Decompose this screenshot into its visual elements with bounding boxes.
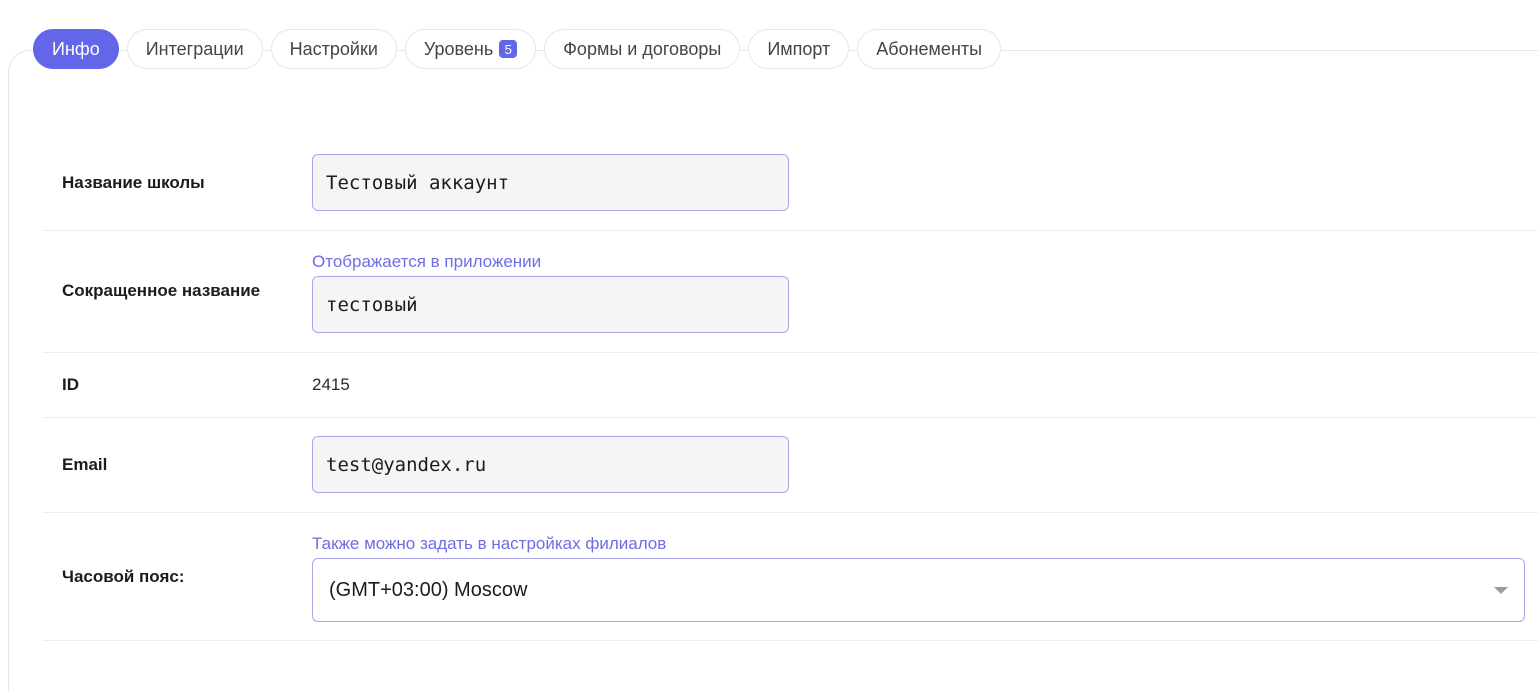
tab-label: Инфо [52, 38, 100, 59]
tab-level[interactable]: Уровень 5 [404, 29, 537, 69]
email-row: Email test@yandex.ru [43, 417, 1538, 513]
id-value: 2415 [312, 375, 350, 394]
timezone-value: (GMT+03:00) Moscow [329, 578, 528, 601]
email-input[interactable]: test@yandex.ru [312, 436, 789, 493]
id-row: ID 2415 [43, 352, 1538, 418]
chevron-down-icon [1494, 586, 1508, 594]
short-name-input[interactable]: тестовый [312, 276, 789, 333]
tab-settings[interactable]: Настройки [270, 29, 397, 69]
tab-label: Настройки [289, 38, 378, 59]
timezone-hint: Также можно задать в настройках филиалов [312, 534, 667, 553]
short-name-row: Отображается в приложении Сокращенное на… [43, 230, 1538, 353]
tab-import[interactable]: Импорт [748, 29, 850, 69]
tab-integrations[interactable]: Интеграции [126, 29, 263, 69]
tab-forms-contracts[interactable]: Формы и договоры [544, 29, 741, 69]
tab-label: Формы и договоры [563, 38, 722, 59]
timezone-label: Часовой пояс: [62, 567, 185, 586]
short-name-hint: Отображается в приложении [312, 252, 542, 271]
tab-label: Уровень [423, 38, 494, 59]
short-name-label: Сокращенное название [62, 281, 261, 300]
school-name-row: Название школы Тестовый аккаунт [43, 135, 1538, 231]
tab-bar: Инфо Интеграции Настройки Уровень 5 Формы… [33, 29, 1002, 69]
timezone-row: Также можно задать в настройках филиалов… [43, 512, 1538, 641]
email-label: Email [62, 455, 108, 474]
level-badge: 5 [499, 40, 518, 58]
tab-subscriptions[interactable]: Абонементы [857, 29, 1002, 69]
school-name-label: Название школы [62, 173, 205, 192]
id-label: ID [62, 375, 79, 394]
tab-label: Интеграции [145, 38, 244, 59]
timezone-select[interactable]: (GMT+03:00) Moscow [312, 558, 1525, 622]
tab-info[interactable]: Инфо [33, 29, 119, 69]
tab-label: Импорт [767, 38, 831, 59]
tab-label: Абонементы [876, 38, 983, 59]
school-name-input[interactable]: Тестовый аккаунт [312, 154, 789, 211]
